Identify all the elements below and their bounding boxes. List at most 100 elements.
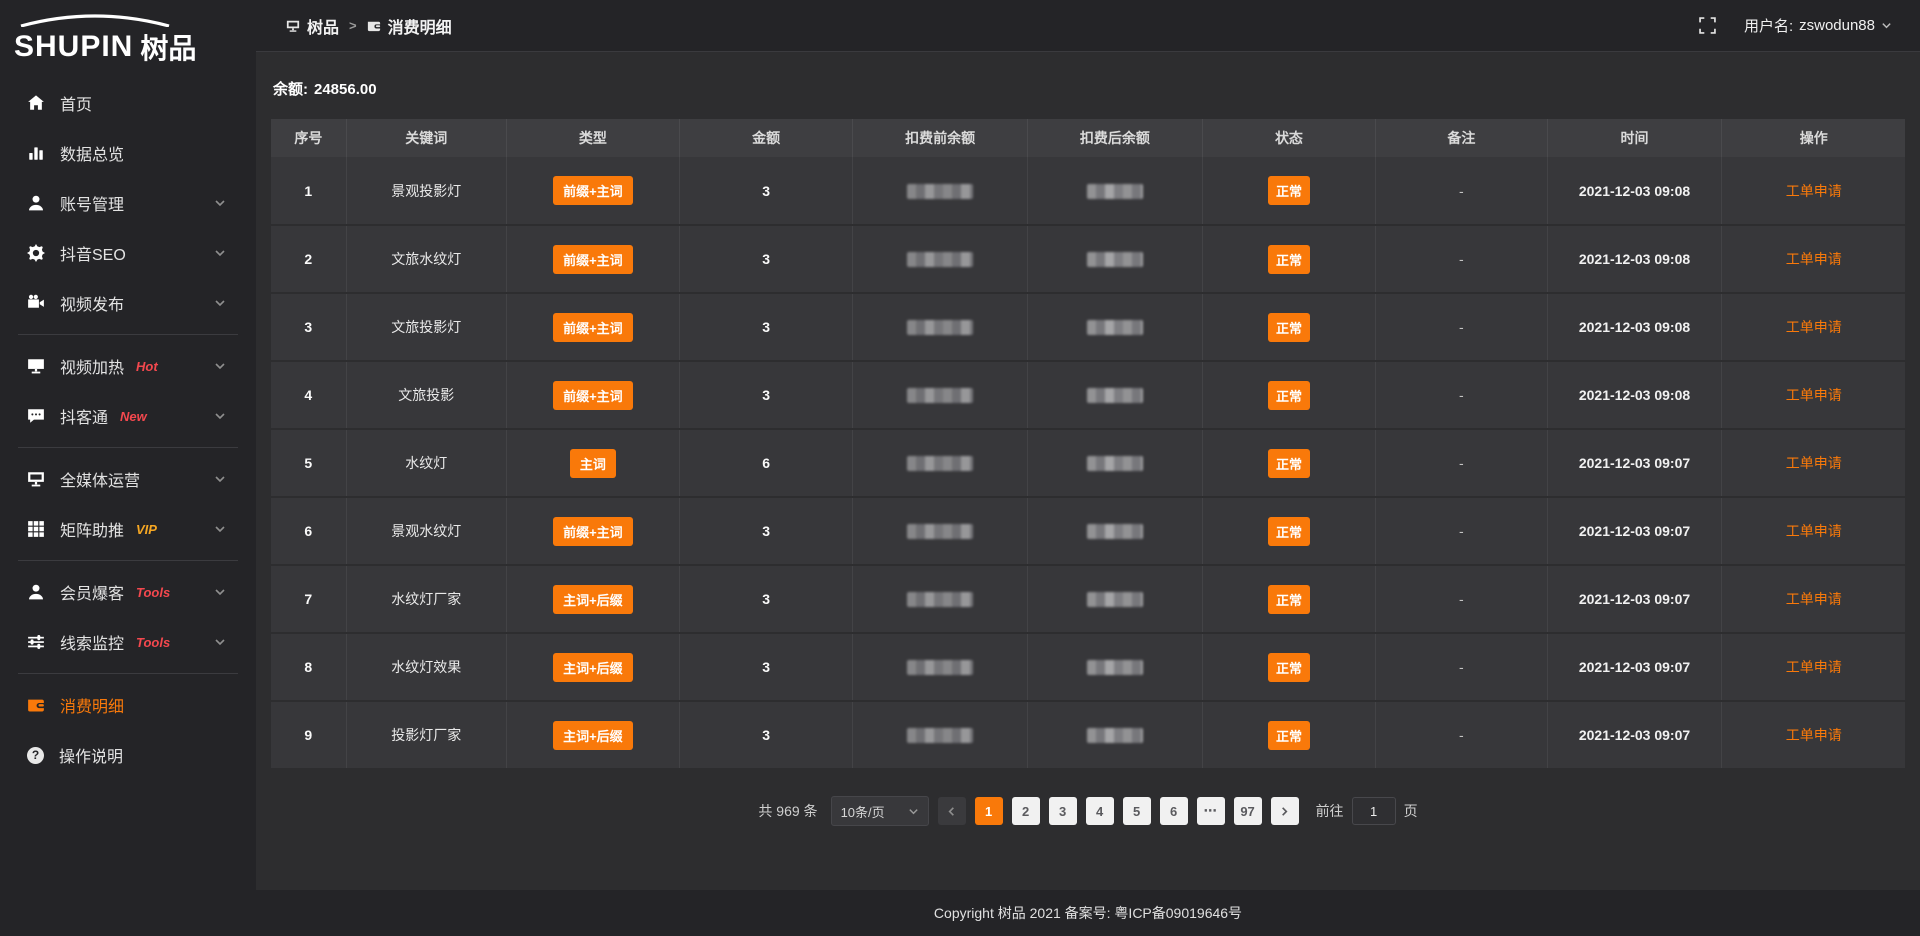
main-content: 余额:24856.00 序号 关键词 类型 金额 扣费前余额 扣费后余额 状态 (256, 52, 1920, 890)
sidebar-item-account-management[interactable]: 账号管理 (0, 178, 256, 228)
censored-value (907, 592, 973, 607)
sidebar-item-instructions[interactable]: 操作说明 (0, 730, 256, 780)
cell-balance-before (853, 497, 1028, 565)
page-button-2[interactable]: 2 (1012, 797, 1040, 825)
breadcrumb-label: 消费明细 (388, 14, 452, 38)
sidebar-item-label: 抖客通 (60, 404, 108, 428)
sidebar-item-label: 数据总览 (60, 141, 124, 165)
page-button-5[interactable]: 5 (1123, 797, 1151, 825)
censored-value (1087, 660, 1143, 675)
cell-balance-after (1028, 497, 1203, 565)
cell-type: 前缀+主词 (506, 361, 679, 429)
bar-chart-icon (27, 144, 45, 162)
next-page-button[interactable] (1271, 797, 1299, 825)
cell-action: 工单申请 (1722, 565, 1905, 633)
censored-value (1087, 456, 1143, 471)
username-label: 用户名: (1744, 15, 1793, 36)
copyright-text: Copyright 树品 2021 备案号: 粤ICP备09019646号 (934, 903, 1242, 923)
balance-label: 余额: (273, 81, 308, 98)
cell-type: 前缀+主词 (506, 293, 679, 361)
work-order-link[interactable]: 工单申请 (1786, 591, 1842, 607)
work-order-link[interactable]: 工单申请 (1786, 727, 1842, 743)
chevron-down-icon (1881, 20, 1892, 31)
arrow-left-icon (946, 806, 957, 817)
censored-value (1087, 184, 1143, 199)
status-badge: 正常 (1268, 176, 1310, 205)
home-icon (27, 94, 45, 112)
wallet-icon (367, 19, 381, 33)
balance-value: 24856.00 (314, 81, 377, 98)
page-button-97[interactable]: 97 (1234, 797, 1262, 825)
type-badge: 主词+后缀 (553, 653, 633, 682)
user-menu[interactable]: 用户名: zswodun88 (1744, 15, 1892, 36)
cell-time: 2021-12-03 09:08 (1547, 361, 1722, 429)
table-row: 8 水纹灯效果 主词+后缀 3 正常 - 2021-12-03 09:07 工单… (271, 633, 1905, 701)
cell-index: 7 (271, 565, 346, 633)
page-button-3[interactable]: 3 (1049, 797, 1077, 825)
tools-tag: Tools (136, 635, 170, 650)
hot-tag: Hot (136, 359, 158, 374)
cell-index: 6 (271, 497, 346, 565)
sidebar-item-matrix-boost[interactable]: 矩阵助推 VIP (0, 504, 256, 554)
page-button-1[interactable]: 1 (975, 797, 1003, 825)
cell-status: 正常 (1202, 293, 1375, 361)
sidebar-item-douketong[interactable]: 抖客通 New (0, 391, 256, 441)
sidebar-item-video-publish[interactable]: 视频发布 (0, 278, 256, 328)
cell-time: 2021-12-03 09:08 (1547, 157, 1722, 225)
table-row: 9 投影灯厂家 主词+后缀 3 正常 - 2021-12-03 09:07 工单… (271, 701, 1905, 769)
sidebar-item-lead-monitoring[interactable]: 线索监控 Tools (0, 617, 256, 667)
cell-keyword: 景观投影灯 (346, 157, 506, 225)
work-order-link[interactable]: 工单申请 (1786, 251, 1842, 267)
page-size-select[interactable]: 10条/页 (831, 796, 929, 826)
fullscreen-icon[interactable] (1699, 17, 1716, 34)
cell-keyword: 水纹灯 (346, 429, 506, 497)
sidebar-item-label: 操作说明 (59, 743, 123, 767)
censored-value (907, 184, 973, 199)
col-remark: 备注 (1376, 119, 1548, 157)
sidebar-item-douyin-seo[interactable]: 抖音SEO (0, 228, 256, 278)
work-order-link[interactable]: 工单申请 (1786, 319, 1842, 335)
consumption-table: 序号 关键词 类型 金额 扣费前余额 扣费后余额 状态 备注 时间 操作 1 (271, 119, 1905, 770)
sidebar-item-home[interactable]: 首页 (0, 78, 256, 128)
work-order-link[interactable]: 工单申请 (1786, 523, 1842, 539)
breadcrumb-item-home[interactable]: 树品 (286, 14, 339, 38)
sidebar-item-consumption-details[interactable]: 消费明细 (0, 680, 256, 730)
work-order-link[interactable]: 工单申请 (1786, 659, 1842, 675)
cell-time: 2021-12-03 09:07 (1547, 633, 1722, 701)
cell-keyword: 水纹灯效果 (346, 633, 506, 701)
breadcrumb-item-current[interactable]: 消费明细 (367, 14, 452, 38)
work-order-link[interactable]: 工单申请 (1786, 183, 1842, 199)
sidebar-item-all-media-operation[interactable]: 全媒体运营 (0, 454, 256, 504)
type-badge: 前缀+主词 (553, 517, 633, 546)
type-badge: 前缀+主词 (553, 176, 633, 205)
gear-icon (27, 244, 45, 262)
col-balance-before: 扣费前余额 (853, 119, 1028, 157)
sidebar-item-video-heating[interactable]: 视频加热 Hot (0, 341, 256, 391)
cell-action: 工单申请 (1722, 157, 1905, 225)
page-button-6[interactable]: 6 (1160, 797, 1188, 825)
app: SHUPIN 树品 首页 数据总览 账号管理 抖音SEO (0, 0, 1920, 936)
work-order-link[interactable]: 工单申请 (1786, 455, 1842, 471)
censored-value (1087, 388, 1143, 403)
total-count: 共 969 条 (758, 801, 817, 821)
cell-action: 工单申请 (1722, 633, 1905, 701)
page-button-4[interactable]: 4 (1086, 797, 1114, 825)
cell-balance-before (853, 225, 1028, 293)
sidebar: SHUPIN 树品 首页 数据总览 账号管理 抖音SEO (0, 0, 256, 936)
cell-keyword: 文旅水纹灯 (346, 225, 506, 293)
cell-time: 2021-12-03 09:08 (1547, 225, 1722, 293)
work-order-link[interactable]: 工单申请 (1786, 387, 1842, 403)
sidebar-item-data-overview[interactable]: 数据总览 (0, 128, 256, 178)
logo-text-cn: 树品 (140, 27, 196, 67)
sidebar-item-member-burst[interactable]: 会员爆客 Tools (0, 567, 256, 617)
goto-page-input[interactable] (1352, 797, 1396, 825)
cell-action: 工单申请 (1722, 361, 1905, 429)
cell-status: 正常 (1202, 633, 1375, 701)
prev-page-button[interactable] (938, 797, 966, 825)
breadcrumb-label: 树品 (307, 14, 339, 38)
cell-time: 2021-12-03 09:07 (1547, 701, 1722, 769)
status-badge: 正常 (1268, 245, 1310, 274)
more-pages-button[interactable]: ⋯ (1197, 797, 1225, 825)
cell-balance-after (1028, 633, 1203, 701)
cell-index: 9 (271, 701, 346, 769)
